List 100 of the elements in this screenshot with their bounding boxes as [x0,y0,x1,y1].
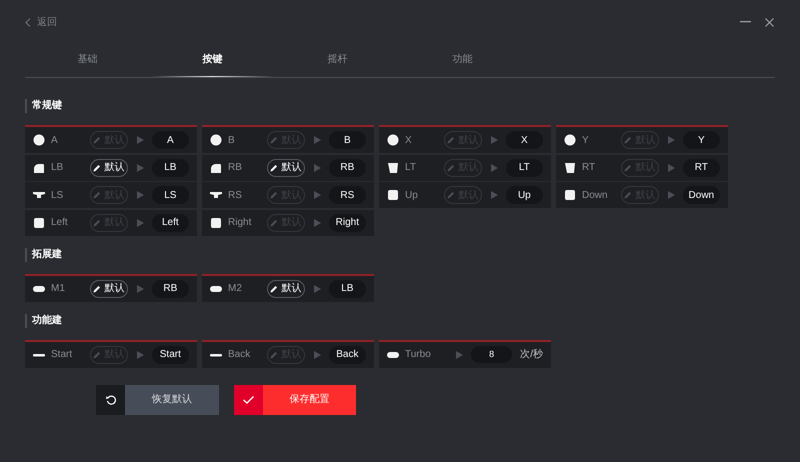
key-name: X [405,134,413,148]
mapped-key[interactable]: LB [328,280,366,298]
tab[interactable]: 摇杆 [275,42,400,77]
key-name: Right [228,216,252,230]
button-shape-icon [33,162,45,174]
close-icon[interactable] [765,18,774,26]
arrow-icon [314,218,321,226]
minimize-icon[interactable] [740,21,751,23]
key-name: Turbo [405,348,432,362]
key-name: LB [51,161,64,175]
arrow-icon [136,191,144,199]
arrow-icon [668,191,675,199]
check-icon [243,396,254,404]
button-shape-icon [210,162,222,174]
button-shape-icon [564,189,576,201]
key-name: Left [51,216,69,230]
tab[interactable]: 功能 [400,42,525,77]
key-name: Start [51,348,74,362]
restore-defaults-button[interactable]: 恢复默认 [96,384,219,414]
arrow-icon [136,218,144,226]
save-config-button[interactable]: 保存配置 [234,384,356,414]
mapped-key[interactable]: RS [328,186,366,204]
pencil-icon [270,191,278,199]
mapped-key[interactable]: X [506,131,543,149]
key-name: A [51,134,59,148]
pencil-icon [447,191,456,199]
default-button[interactable]: 默认 [267,158,305,176]
mapped-key[interactable]: A [152,131,189,149]
key-name: RT [582,161,596,175]
arrow-icon [314,164,321,172]
mapped-key[interactable]: B [328,131,366,149]
arrow-icon [136,350,144,358]
default-button[interactable]: 默认 [90,280,128,298]
button-shape-icon [387,134,399,146]
pencil-icon [270,136,278,144]
mapped-key[interactable]: RT [682,158,720,176]
key-name: RS [228,188,243,202]
mapped-key[interactable]: Right [328,214,366,232]
pencil-icon [93,350,102,358]
pencil-icon [270,218,278,226]
pencil-icon [447,136,456,144]
key-name: Y [582,134,590,148]
pencil-icon [270,164,278,172]
key-name: LT [405,161,417,175]
button-shape-icon [564,134,576,146]
section-title: 常规键 [25,99,62,113]
mapped-key[interactable]: LS [152,186,189,204]
pencil-icon [93,164,102,172]
button-shape-icon [387,162,399,174]
button-shape-icon [33,134,45,146]
arrow-icon [314,136,321,144]
button-shape-icon [210,216,222,228]
arrow-icon [136,164,144,172]
key-name: M2 [228,282,243,296]
section-title: 拓展建 [25,248,62,262]
default-button[interactable]: 默认 [267,280,305,298]
arrow-icon [314,284,321,292]
turbo-rate-field[interactable]: 8 [471,346,512,363]
rate-unit: 次/秒 [520,348,543,362]
arrow-icon [668,136,675,144]
button-shape-icon [387,189,399,201]
arrow-icon [136,284,144,292]
arrow-icon [490,136,498,144]
tab[interactable]: 基础 [25,42,150,77]
mapped-key[interactable]: Up [506,186,543,204]
key-name: M1 [51,282,66,296]
mapped-key[interactable]: Start [152,346,189,364]
mapped-key[interactable]: Y [682,131,720,149]
pencil-icon [624,191,632,199]
mapped-key[interactable]: LB [152,158,189,176]
pencil-icon [624,164,632,172]
mapped-key[interactable]: Down [682,186,720,204]
arrow-icon [490,191,498,199]
key-name: Down [582,188,609,202]
key-name: B [228,134,236,148]
mapped-key[interactable]: RB [152,280,189,298]
pencil-icon [270,284,278,292]
key-name: Back [228,348,252,362]
mapped-key[interactable]: Back [328,346,366,364]
mapped-key[interactable]: RB [328,158,366,176]
pencil-icon [93,218,102,226]
pencil-icon [93,136,102,144]
arrow-icon [490,164,498,172]
mapped-key[interactable]: LT [506,158,543,176]
undo-icon [106,394,116,404]
mapped-key[interactable]: Left [152,214,189,232]
back-link[interactable]: 返回 [37,14,57,30]
button-shape-icon [564,162,576,174]
default-button[interactable]: 默认 [90,158,128,176]
arrow-icon [314,191,321,199]
pencil-icon [270,350,278,358]
key-name: LS [51,188,64,202]
pencil-icon [93,191,102,199]
pencil-icon [624,136,632,144]
section-title: 功能建 [25,314,62,328]
arrow-icon [668,164,675,172]
key-name: Up [405,188,419,202]
pencil-icon [447,164,456,172]
button-shape-icon [210,189,222,201]
arrow-icon [314,350,321,358]
